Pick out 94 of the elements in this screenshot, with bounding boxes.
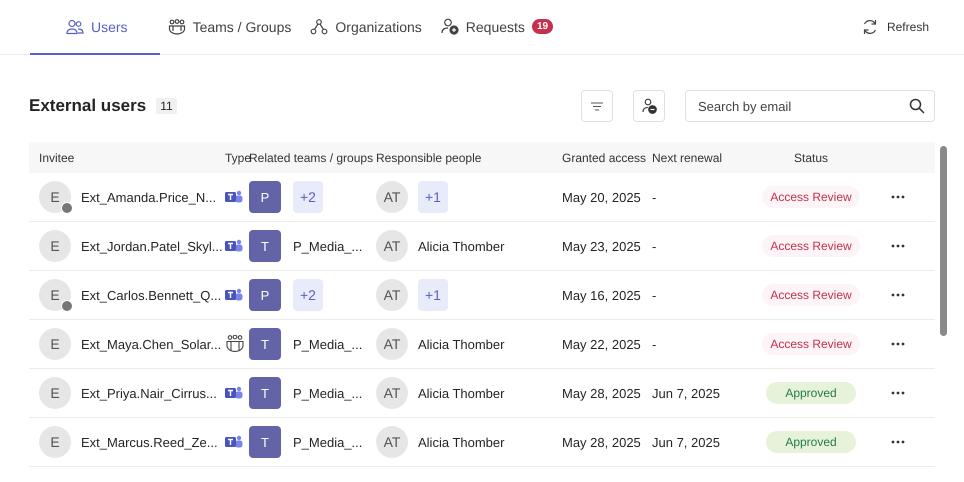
invitee-name: Ext_Jordan.Patel_Skyl... bbox=[81, 238, 223, 254]
status-badge: Access Review bbox=[762, 186, 860, 208]
avatar: AT bbox=[376, 328, 408, 360]
avatar: AT bbox=[376, 230, 408, 262]
team-name: P_Media_... bbox=[293, 386, 362, 400]
granted-date: May 20, 2025 bbox=[562, 190, 641, 204]
invitee-name: Ext_Marcus.Reed_Ze... bbox=[81, 434, 218, 450]
renewal-date: Jun 7, 2025 bbox=[652, 434, 720, 450]
avatar: E bbox=[39, 426, 71, 458]
group-icon bbox=[225, 335, 245, 353]
more-icon bbox=[890, 342, 904, 346]
more-icon bbox=[890, 244, 904, 248]
status-badge: Access Review bbox=[762, 333, 860, 355]
more-count[interactable]: +1 bbox=[418, 181, 448, 213]
column-header: Status bbox=[792, 150, 830, 164]
avatar: AT bbox=[376, 426, 408, 458]
person-name: Alicia Thomber bbox=[418, 336, 504, 352]
granted-date: May 28, 2025 bbox=[562, 386, 641, 400]
team-avatar: P bbox=[249, 181, 281, 213]
person-name: Alicia Thomber bbox=[418, 238, 504, 254]
renewal-date: - bbox=[652, 238, 656, 254]
team-avatar: T bbox=[249, 426, 281, 458]
team-name: P_Media_... bbox=[293, 238, 362, 254]
teams-app-icon bbox=[225, 288, 243, 302]
renewal-date: Jun 7, 2025 bbox=[652, 386, 720, 400]
organization-icon bbox=[310, 18, 328, 34]
tab[interactable]: Teams / Groups bbox=[160, 0, 302, 55]
renewal-date: - bbox=[652, 336, 656, 352]
avatar: E bbox=[39, 377, 71, 409]
status-badge: Approved bbox=[766, 382, 856, 404]
avatar: AT bbox=[376, 377, 408, 409]
teams-app-icon bbox=[225, 190, 243, 204]
avatar: AT bbox=[376, 181, 408, 213]
column-header: Type bbox=[225, 150, 249, 164]
more-icon bbox=[890, 195, 904, 199]
guest-badge-icon bbox=[61, 202, 73, 214]
remove-user-button[interactable] bbox=[633, 90, 665, 122]
tab[interactable]: Requests 19 bbox=[432, 0, 564, 55]
avatar: E bbox=[39, 328, 71, 360]
teams-app-icon bbox=[225, 386, 243, 400]
status-badge: Approved bbox=[766, 431, 856, 453]
more-count[interactable]: +1 bbox=[418, 279, 448, 311]
more-count[interactable]: +2 bbox=[293, 181, 323, 213]
invitee-name: Ext_Priya.Nair_Cirrus... bbox=[81, 386, 217, 400]
person-name: Alicia Thomber bbox=[418, 386, 504, 400]
more-icon bbox=[890, 391, 904, 395]
guest-badge-icon bbox=[61, 300, 73, 312]
status-badge: Access Review bbox=[762, 284, 860, 306]
page-title: External users bbox=[29, 96, 146, 116]
invitee-name: Ext_Maya.Chen_Solar... bbox=[81, 336, 222, 352]
people-icon bbox=[66, 18, 84, 34]
count-badge: 19 bbox=[532, 19, 554, 34]
granted-date: May 28, 2025 bbox=[562, 434, 641, 450]
filter-icon bbox=[591, 102, 603, 110]
renewal-date: - bbox=[652, 190, 656, 204]
avatar: E bbox=[39, 181, 71, 213]
team-name: P_Media_... bbox=[293, 434, 362, 450]
more-icon bbox=[890, 440, 904, 444]
tab[interactable]: Users bbox=[30, 0, 160, 55]
team-avatar: P bbox=[249, 279, 281, 311]
more-icon bbox=[890, 293, 904, 297]
teams-app-icon bbox=[225, 435, 243, 449]
avatar: E bbox=[39, 230, 71, 262]
scrollbar[interactable] bbox=[940, 146, 947, 336]
person-add-icon bbox=[440, 18, 459, 35]
column-header: Related teams / groups bbox=[249, 150, 374, 164]
person-remove-icon bbox=[642, 98, 656, 114]
refresh-button[interactable]: Refresh bbox=[854, 0, 935, 54]
granted-date: May 16, 2025 bbox=[562, 288, 641, 302]
column-header: Next renewal bbox=[652, 150, 724, 164]
filter-button[interactable] bbox=[581, 90, 613, 122]
team-name: P_Media_... bbox=[293, 336, 362, 352]
column-header: Responsible people bbox=[376, 150, 482, 164]
team-avatar: T bbox=[249, 328, 281, 360]
user-count: 11 bbox=[156, 98, 177, 114]
granted-date: May 22, 2025 bbox=[562, 336, 641, 352]
column-header: Granted access bbox=[562, 150, 648, 164]
avatar: E bbox=[39, 279, 71, 311]
column-header: Invitee bbox=[38, 150, 76, 164]
renewal-date: - bbox=[652, 288, 656, 302]
team-avatar: T bbox=[249, 230, 281, 262]
teams-app-icon bbox=[225, 239, 243, 253]
person-name: Alicia Thomber bbox=[418, 434, 504, 450]
avatar: AT bbox=[376, 279, 408, 311]
tab[interactable]: Organizations bbox=[302, 0, 433, 55]
invitee-name: Ext_Carlos.Bennett_Q... bbox=[81, 288, 222, 302]
team-avatar: T bbox=[249, 377, 281, 409]
more-count[interactable]: +2 bbox=[293, 279, 323, 311]
status-badge: Access Review bbox=[762, 235, 860, 257]
invitee-name: Ext_Amanda.Price_N... bbox=[81, 190, 216, 204]
granted-date: May 23, 2025 bbox=[562, 238, 641, 254]
group-icon bbox=[168, 18, 186, 34]
search-icon bbox=[909, 98, 925, 114]
search-field[interactable]: Search by email bbox=[685, 90, 935, 122]
